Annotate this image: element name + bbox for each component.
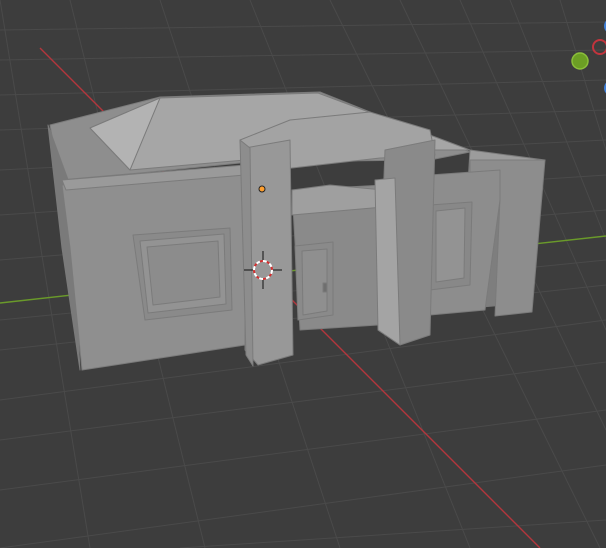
viewport-canvas[interactable] — [0, 0, 606, 548]
left-window — [132, 227, 233, 321]
gizmo-neg-x — [592, 39, 606, 55]
right-pillar-face — [374, 177, 401, 346]
object-origin-icon[interactable] — [258, 185, 266, 193]
front-door — [294, 241, 334, 321]
3d-viewport[interactable] — [0, 0, 606, 548]
gizmo-y-axis — [571, 52, 589, 70]
building-object[interactable] — [47, 91, 546, 371]
right-window — [429, 201, 473, 291]
navigation-gizmo-icon[interactable] — [571, 18, 606, 95]
